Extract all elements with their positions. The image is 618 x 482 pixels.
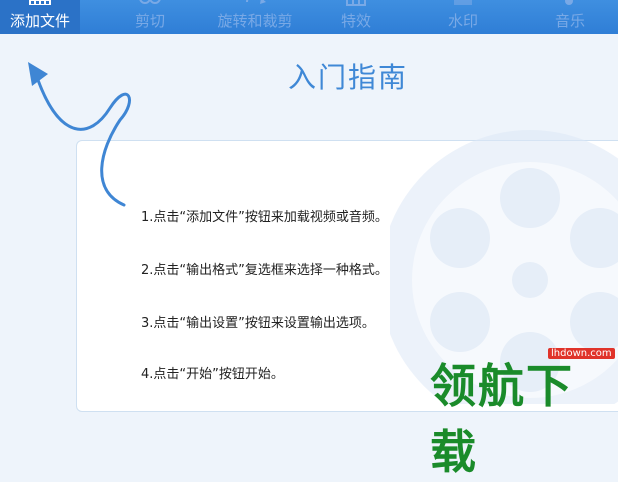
guide-step-4: 4.点击“开始”按钮开始。 xyxy=(141,367,284,382)
effects-icon xyxy=(346,0,366,6)
film-add-icon xyxy=(29,0,51,5)
watermark-icon xyxy=(454,0,472,5)
music-icon xyxy=(565,0,573,5)
cut-label: 剪切 xyxy=(134,12,165,30)
scissors-icon xyxy=(139,0,161,4)
music-button[interactable]: 音乐 xyxy=(520,0,618,34)
guide-step-3: 3.点击“输出设置”按钮来设置输出选项。 xyxy=(141,316,375,331)
effects-label: 特效 xyxy=(340,12,371,30)
rotate-crop-icon xyxy=(246,0,266,4)
main-toolbar: 添加文件 剪切 旋转和裁剪 特效 水印 音乐 xyxy=(0,0,618,34)
music-label: 音乐 xyxy=(554,12,585,30)
rotate-crop-label: 旋转和裁剪 xyxy=(217,12,293,30)
site-watermark: 领航下载 xyxy=(430,359,574,479)
curved-arrow-icon xyxy=(28,62,131,207)
guide-step-1: 1.点击“添加文件”按钮来加载视频或音频。 xyxy=(141,210,388,225)
watermark-label: 水印 xyxy=(447,12,478,30)
cut-button[interactable]: 剪切 xyxy=(100,0,200,34)
add-file-label: 添加文件 xyxy=(9,12,70,30)
add-file-button[interactable]: 添加文件 xyxy=(0,0,80,34)
guide-step-2: 2.点击“输出格式”复选框来选择一种格式。 xyxy=(141,263,388,278)
effects-button[interactable]: 特效 xyxy=(306,0,406,34)
watermark-button[interactable]: 水印 xyxy=(413,0,513,34)
page-title: 入门指南 xyxy=(288,61,409,94)
rotate-crop-button[interactable]: 旋转和裁剪 xyxy=(203,0,307,34)
